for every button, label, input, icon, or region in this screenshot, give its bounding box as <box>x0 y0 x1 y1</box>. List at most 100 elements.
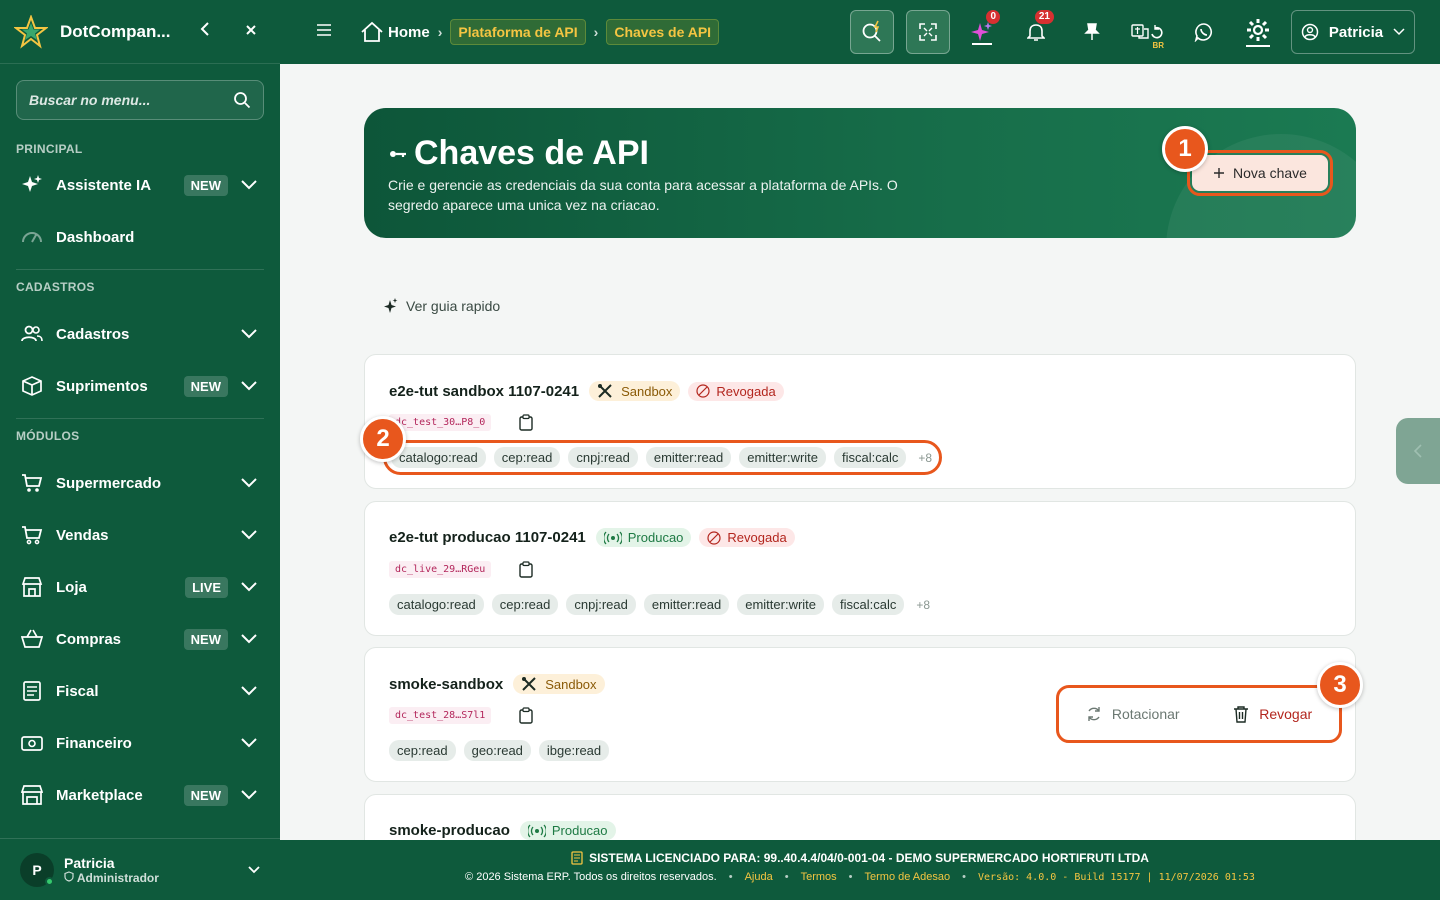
sidebar-item-label: Fiscal <box>56 682 99 700</box>
footer-links: © 2026 Sistema ERP. Todos os direitos re… <box>280 871 1440 883</box>
chevron-left-icon <box>1413 444 1422 458</box>
env-badge: Producao <box>595 528 692 547</box>
key-header: smoke-producao Producao <box>389 821 616 840</box>
separator: • <box>728 871 733 883</box>
copy-prefix-button[interactable] <box>517 560 535 578</box>
fullscreen-button[interactable] <box>906 10 950 54</box>
refresh-icon <box>1088 707 1100 721</box>
user-menu-button[interactable]: Patricia <box>1291 10 1415 54</box>
chevron-down-icon <box>240 530 258 540</box>
key-actions: Rotacionar Revogar <box>1056 685 1342 743</box>
status-badge: Revogada <box>688 381 784 401</box>
breadcrumb-home-label: Home <box>388 23 430 41</box>
sidebar-item-supermercado[interactable]: Supermercado <box>0 457 280 509</box>
chevron-left-icon <box>200 22 209 36</box>
menu-toggle-button[interactable] <box>316 23 336 42</box>
notifications-button[interactable]: 21 <box>1014 10 1058 54</box>
search-bolt-icon <box>862 20 881 42</box>
star-logo-icon <box>14 14 48 49</box>
scope-chip: ibge:read <box>538 740 610 761</box>
scope-chip: geo:read <box>463 740 531 761</box>
new-badge: NEW <box>183 375 228 397</box>
brand-name: DotCompan... <box>60 21 171 41</box>
api-key-card: smoke-producao Producao <box>364 794 1356 840</box>
ai-assistant-button[interactable]: 0 <box>960 10 1004 54</box>
terms-link[interactable]: Termos <box>801 871 837 883</box>
sidebar-item-label: Suprimentos <box>56 377 148 395</box>
user-circle-icon <box>1301 23 1319 41</box>
user-info: Patricia Administrador <box>64 855 248 885</box>
env-label: Producao <box>551 823 608 838</box>
more-scopes-count[interactable]: +8 <box>916 598 930 612</box>
section-principal: PRINCIPAL <box>16 142 83 156</box>
new-badge: NEW <box>183 628 228 650</box>
sidebar-item-financeiro[interactable]: Financeiro <box>0 717 280 769</box>
sidebar-item-label: Dashboard <box>56 228 135 246</box>
chevron-right-icon: › <box>593 24 599 40</box>
copy-prefix-button[interactable] <box>517 413 535 431</box>
sidebar-item-assistente-ia[interactable]: Assistente IA NEW <box>0 159 280 211</box>
search-icon[interactable] <box>233 91 251 109</box>
copy-prefix-button[interactable] <box>517 706 535 724</box>
env-label: Sandbox <box>545 676 597 692</box>
key-header: e2e-tut producao 1107-0241 Producao Revo… <box>389 528 795 547</box>
close-sidebar-button[interactable] <box>236 23 266 41</box>
page-hero: Chaves de API Crie e gerencie as credenc… <box>364 108 1356 238</box>
new-key-button[interactable]: Nova chave <box>1187 150 1333 196</box>
key-header: e2e-tut sandbox 1107-0241 Sandbox Revoga… <box>389 381 784 401</box>
env-badge: Producao <box>519 821 616 840</box>
rotate-key-button[interactable]: Rotacionar <box>1086 706 1180 722</box>
breadcrumb-chaves-api[interactable]: Chaves de API <box>606 19 720 45</box>
smart-search-button[interactable] <box>850 10 894 54</box>
broadcast-icon <box>603 531 622 544</box>
license-icon <box>571 851 583 865</box>
pin-button[interactable] <box>1070 10 1114 54</box>
translate-sync-icon <box>1131 24 1163 39</box>
more-scopes-count[interactable]: +8 <box>918 451 932 465</box>
api-key-card: e2e-tut sandbox 1107-0241 Sandbox Revoga… <box>364 354 1356 489</box>
scope-chip: cep:read <box>389 740 456 761</box>
key-scopes-list: catalogo:read cep:read cnpj:read emitter… <box>382 440 943 475</box>
chevron-down-icon <box>240 478 258 488</box>
page-title: Chaves de API <box>388 134 649 173</box>
key-header: smoke-sandbox Sandbox <box>389 674 605 694</box>
sidebar-user[interactable]: P Patricia Administrador <box>0 838 280 900</box>
language-sync-button[interactable]: BR <box>1126 10 1170 54</box>
chevron-down-icon <box>240 738 258 748</box>
adhesion-terms-link[interactable]: Termo de Adesao <box>865 871 951 883</box>
shopping-cart-icon <box>20 523 44 547</box>
settings-button[interactable] <box>1236 10 1280 54</box>
sidebar-item-cadastros[interactable]: Cadastros <box>0 308 280 360</box>
sidebar-item-vendas[interactable]: Vendas <box>0 509 280 561</box>
quick-guide-label: Ver guia rapido <box>406 298 501 314</box>
side-panel-toggle[interactable] <box>1396 418 1440 484</box>
sidebar-item-suprimentos[interactable]: Suprimentos NEW <box>0 360 280 412</box>
document-icon <box>20 679 44 703</box>
sidebar-item-dashboard[interactable]: Dashboard <box>0 211 280 263</box>
status-badge: Revogada <box>699 528 795 547</box>
collapse-sidebar-button[interactable] <box>190 22 220 41</box>
key-prefix: dc_test_30…P8_0 <box>389 413 492 431</box>
menu-search-input[interactable] <box>29 92 233 108</box>
clipboard-icon <box>519 706 534 724</box>
separator: • <box>848 871 853 883</box>
chevron-down-icon <box>240 329 258 339</box>
sidebar-item-marketplace[interactable]: Marketplace NEW <box>0 769 280 821</box>
sidebar-item-label: Supermercado <box>56 474 162 492</box>
revoke-key-button[interactable]: Revogar <box>1233 705 1312 723</box>
api-key-card: e2e-tut producao 1107-0241 Producao Revo… <box>364 501 1356 636</box>
sidebar-item-compras[interactable]: Compras NEW <box>0 613 280 665</box>
breadcrumb: Home › Plataforma de API › Chaves de API <box>360 19 720 45</box>
key-name: smoke-sandbox <box>389 675 504 693</box>
sidebar-item-loja[interactable]: Loja LIVE <box>0 561 280 613</box>
whatsapp-button[interactable] <box>1182 10 1226 54</box>
breadcrumb-home[interactable]: Home <box>360 21 430 43</box>
gear-icon <box>1246 19 1270 47</box>
scope-chip: cep:read <box>491 594 559 615</box>
quick-guide-link[interactable]: Ver guia rapido <box>384 298 500 314</box>
breadcrumb-plataforma-api[interactable]: Plataforma de API <box>450 19 586 45</box>
sidebar-item-fiscal[interactable]: Fiscal <box>0 665 280 717</box>
annotation-marker-1: 1 <box>1162 126 1208 172</box>
help-link[interactable]: Ajuda <box>745 871 773 883</box>
section-modulos: MÓDULOS <box>16 429 80 443</box>
